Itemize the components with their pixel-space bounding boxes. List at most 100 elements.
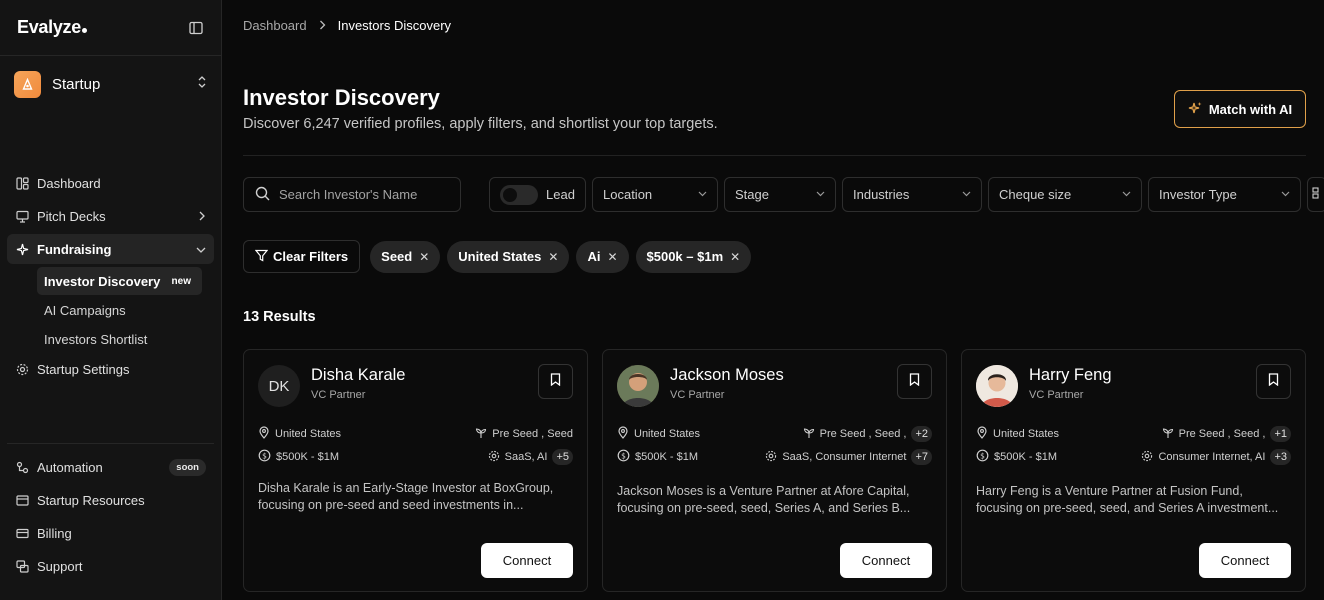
clear-filters-button[interactable]: Clear Filters bbox=[243, 240, 361, 273]
investor-card[interactable]: DK Disha Karale VC Partner United States… bbox=[243, 349, 588, 592]
connect-button[interactable]: Connect bbox=[481, 543, 573, 578]
industries-label: Industries bbox=[853, 187, 910, 202]
investor-name[interactable]: Harry Feng bbox=[1029, 366, 1112, 385]
avatar-photo bbox=[617, 365, 659, 407]
investor-stages: Pre Seed , Seed , bbox=[1178, 428, 1266, 440]
filter-chip-label: Ai bbox=[587, 249, 601, 264]
nav-billing[interactable]: Billing bbox=[7, 518, 214, 548]
more-count-badge[interactable]: +5 bbox=[552, 449, 573, 465]
bookmark-button[interactable] bbox=[897, 364, 932, 399]
nav-billing-label: Billing bbox=[37, 525, 72, 541]
connect-button[interactable]: Connect bbox=[840, 543, 932, 578]
nav-startup-settings[interactable]: Startup Settings bbox=[7, 354, 214, 384]
gear-icon bbox=[1141, 450, 1153, 465]
sub-investor-discovery-label: Investor Discovery bbox=[44, 273, 161, 289]
lead-switch[interactable] bbox=[500, 184, 538, 205]
view-toggle-button[interactable] bbox=[1307, 177, 1324, 212]
gear-icon bbox=[488, 450, 500, 465]
avatar bbox=[617, 365, 659, 407]
nav-automation-label: Automation bbox=[37, 459, 103, 475]
search-input[interactable]: Search Investor's Name bbox=[243, 177, 461, 212]
lead-toggle[interactable]: Lead bbox=[489, 177, 586, 212]
nav-fundraising-label: Fundraising bbox=[37, 241, 112, 257]
bookmark-button[interactable] bbox=[1256, 364, 1291, 399]
remove-chip-icon[interactable]: ✕ bbox=[607, 250, 617, 264]
workspace-avatar bbox=[14, 70, 41, 98]
nav-startup-settings-label: Startup Settings bbox=[37, 361, 130, 377]
sub-investors-shortlist-label: Investors Shortlist bbox=[44, 331, 148, 347]
bookmark-icon bbox=[1268, 372, 1279, 391]
location-pin-icon bbox=[976, 426, 988, 442]
sub-investors-shortlist[interactable]: Investors Shortlist bbox=[37, 325, 202, 353]
breadcrumb-dashboard[interactable]: Dashboard bbox=[243, 18, 307, 33]
more-count-badge[interactable]: +3 bbox=[1270, 449, 1291, 465]
location-select[interactable]: Location bbox=[592, 177, 718, 212]
more-count-badge[interactable]: +2 bbox=[911, 426, 932, 442]
clear-filters-label: Clear Filters bbox=[273, 249, 349, 264]
match-with-ai-button[interactable]: Match with AI bbox=[1174, 90, 1306, 128]
investor-type-select[interactable]: Investor Type bbox=[1148, 177, 1301, 212]
logo-row: Evalyze bbox=[0, 0, 221, 56]
connect-button[interactable]: Connect bbox=[1199, 543, 1291, 578]
workspace-switcher[interactable]: Startup bbox=[14, 70, 207, 98]
nav-fundraising[interactable]: Fundraising bbox=[7, 234, 214, 264]
sprout-icon bbox=[475, 427, 487, 442]
investor-industries: Consumer Internet, AI bbox=[1158, 451, 1266, 463]
main-nav: Dashboard Pitch Decks Fundraising Invest… bbox=[7, 168, 214, 387]
investor-role: VC Partner bbox=[1029, 389, 1084, 401]
chevron-down-icon bbox=[698, 189, 707, 200]
bookmark-icon bbox=[909, 372, 920, 391]
dollar-icon: $ bbox=[258, 449, 271, 465]
more-count-badge[interactable]: +1 bbox=[1270, 426, 1291, 442]
nav-startup-resources[interactable]: Startup Resources bbox=[7, 485, 214, 515]
meta-row-2: $ $500K - $1M SaaS, AI +5 bbox=[258, 449, 573, 465]
dollar-icon: $ bbox=[976, 449, 989, 465]
fundraising-submenu: Investor Discovery new AI Campaigns Inve… bbox=[37, 267, 202, 353]
investor-name[interactable]: Jackson Moses bbox=[670, 366, 784, 385]
filter-icon bbox=[254, 249, 269, 265]
filter-chip[interactable]: United States ✕ bbox=[447, 240, 570, 273]
active-filters: Clear Filters Seed ✕ United States ✕ Ai … bbox=[243, 240, 752, 273]
grid-icon bbox=[1312, 187, 1322, 202]
sub-ai-campaigns[interactable]: AI Campaigns bbox=[37, 296, 202, 324]
app-logo[interactable]: Evalyze bbox=[17, 17, 87, 38]
investor-stages: Pre Seed , Seed bbox=[492, 428, 573, 440]
filter-chip[interactable]: $500k – $1m ✕ bbox=[635, 240, 752, 273]
gear-icon bbox=[765, 450, 777, 465]
gear-icon bbox=[15, 362, 29, 376]
sparkle-icon bbox=[1188, 101, 1202, 118]
nav-dashboard[interactable]: Dashboard bbox=[7, 168, 214, 198]
filter-chip[interactable]: Seed ✕ bbox=[370, 240, 441, 273]
cheque-size-select[interactable]: Cheque size bbox=[988, 177, 1142, 212]
investor-cheque: $500K - $1M bbox=[635, 451, 698, 463]
remove-chip-icon[interactable]: ✕ bbox=[419, 250, 429, 264]
location-pin-icon bbox=[617, 426, 629, 442]
stage-label: Stage bbox=[735, 187, 769, 202]
nav-support[interactable]: Support bbox=[7, 551, 214, 581]
remove-chip-icon[interactable]: ✕ bbox=[730, 250, 740, 264]
filter-chip[interactable]: Ai ✕ bbox=[576, 240, 629, 273]
avatar bbox=[976, 365, 1018, 407]
bookmark-button[interactable] bbox=[538, 364, 573, 399]
nav-pitch-decks-label: Pitch Decks bbox=[37, 208, 106, 224]
divider bbox=[243, 155, 1306, 156]
investor-role: VC Partner bbox=[670, 389, 725, 401]
stage-select[interactable]: Stage bbox=[724, 177, 836, 212]
investor-location: United States bbox=[634, 428, 701, 440]
investor-card[interactable]: Harry Feng VC Partner United States Pre … bbox=[961, 349, 1306, 592]
avatar: DK bbox=[258, 365, 300, 407]
sidebar: Evalyze Startup Dashboard Pitch Decks Fu… bbox=[0, 0, 222, 600]
svg-text:$: $ bbox=[262, 451, 267, 460]
investor-card[interactable]: Jackson Moses VC Partner United States P… bbox=[602, 349, 947, 592]
industries-select[interactable]: Industries bbox=[842, 177, 982, 212]
nav-pitch-decks[interactable]: Pitch Decks bbox=[7, 201, 214, 231]
support-icon bbox=[15, 559, 29, 573]
more-count-badge[interactable]: +7 bbox=[911, 449, 932, 465]
investor-name[interactable]: Disha Karale bbox=[311, 366, 405, 385]
breadcrumb-current: Investors Discovery bbox=[337, 18, 452, 33]
sidebar-toggle-icon[interactable] bbox=[187, 19, 205, 37]
nav-automation[interactable]: Automation soon bbox=[7, 452, 214, 482]
remove-chip-icon[interactable]: ✕ bbox=[548, 250, 558, 264]
sparkle-icon bbox=[15, 242, 29, 256]
sub-investor-discovery[interactable]: Investor Discovery new bbox=[37, 267, 202, 295]
